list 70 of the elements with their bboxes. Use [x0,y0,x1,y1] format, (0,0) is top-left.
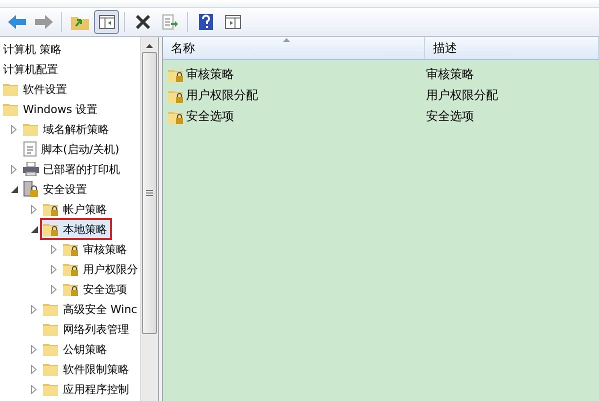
toolbar-button[interactable] [94,10,119,34]
tree-item[interactable]: 应用程序控制 [40,378,134,400]
folder-icon [23,122,39,136]
back-arrow-icon [8,15,26,29]
expand-arrow-icon[interactable] [31,204,37,214]
tree-item[interactable]: 安全设置 [20,178,92,200]
delete-x-icon [136,15,150,29]
table-cell[interactable]: 审核策略 [186,66,234,83]
locked-folder-icon [63,262,79,276]
sort-arrow-icon [283,38,290,42]
help-icon [198,14,212,30]
table-cell[interactable]: 安全选项 [186,108,234,125]
folder-icon [43,362,59,376]
locked-folder-icon [168,68,184,82]
expand-arrow-icon[interactable] [11,164,17,174]
table-cell[interactable]: 用户权限分配 [186,87,258,104]
table-cell: 用户权限分配 [426,87,498,104]
tree-item[interactable]: 帐户策略 [40,198,112,220]
tree-item[interactable]: 本地策略 [40,218,112,240]
folder-icon [3,102,19,116]
tree-item[interactable]: Windows 设置 [0,98,103,120]
printer-icon [23,162,39,176]
scroll-thumb[interactable] [142,52,157,334]
table-cell: 审核策略 [426,66,474,83]
column-header[interactable]: 名称 [163,37,425,59]
locked-folder-icon [168,110,184,124]
collapse-arrow-icon[interactable] [10,186,18,192]
tree-pane-icon [98,15,114,29]
expand-arrow-icon[interactable] [31,344,37,354]
folder-icon [43,342,59,356]
expand-arrow-icon[interactable] [31,384,37,394]
tree-item[interactable]: 软件设置 [0,78,72,100]
expand-arrow-icon[interactable] [11,124,17,134]
tree-item[interactable]: 公钥策略 [40,338,112,360]
folder-icon [43,322,59,336]
locked-folder-icon [168,88,184,102]
locked-folder-icon [43,222,59,236]
folder-icon [43,382,59,396]
forward-arrow-icon [34,15,52,29]
locked-folder-icon [63,242,79,256]
locked-folder-icon [43,202,59,216]
expand-arrow-icon[interactable] [31,364,37,374]
table-cell: 安全选项 [426,108,474,125]
expand-arrow-icon[interactable] [31,304,37,314]
collapse-arrow-icon[interactable] [30,226,38,232]
tree-item[interactable]: 审核策略 [60,238,132,260]
tree-item[interactable]: 域名解析策略 [20,118,114,140]
column-header[interactable]: 描述 [425,37,599,59]
tree-item[interactable]: 安全选项 [60,278,132,300]
expand-arrow-icon[interactable] [51,264,57,274]
tree-item[interactable]: 高级安全 Winc [40,298,140,320]
expand-arrow-icon[interactable] [51,284,57,294]
scrollbar[interactable] [140,37,158,401]
folder-icon [3,82,19,96]
tree-item[interactable]: 网络列表管理 [40,318,134,340]
folder-up-icon [70,14,88,30]
tree-item[interactable]: 软件限制策略 [40,358,134,380]
tree-item[interactable]: 计算机 策略 [0,38,66,60]
expand-arrow-icon[interactable] [51,244,57,254]
tree-item[interactable]: 计算机配置 [0,58,63,80]
tree-item[interactable]: 脚本(启动/关机) [20,138,124,160]
locked-folder-icon [63,282,79,296]
scroll-up-arrow-icon[interactable] [146,44,153,48]
export-list-icon [162,14,178,30]
script-icon [23,141,37,157]
tree-item[interactable]: 用户权限分 [60,258,140,280]
pane-view-icon [224,15,240,29]
locked-server-icon [23,181,39,197]
folder-icon [43,302,59,316]
tree-item[interactable]: 已部署的打印机 [20,158,125,180]
